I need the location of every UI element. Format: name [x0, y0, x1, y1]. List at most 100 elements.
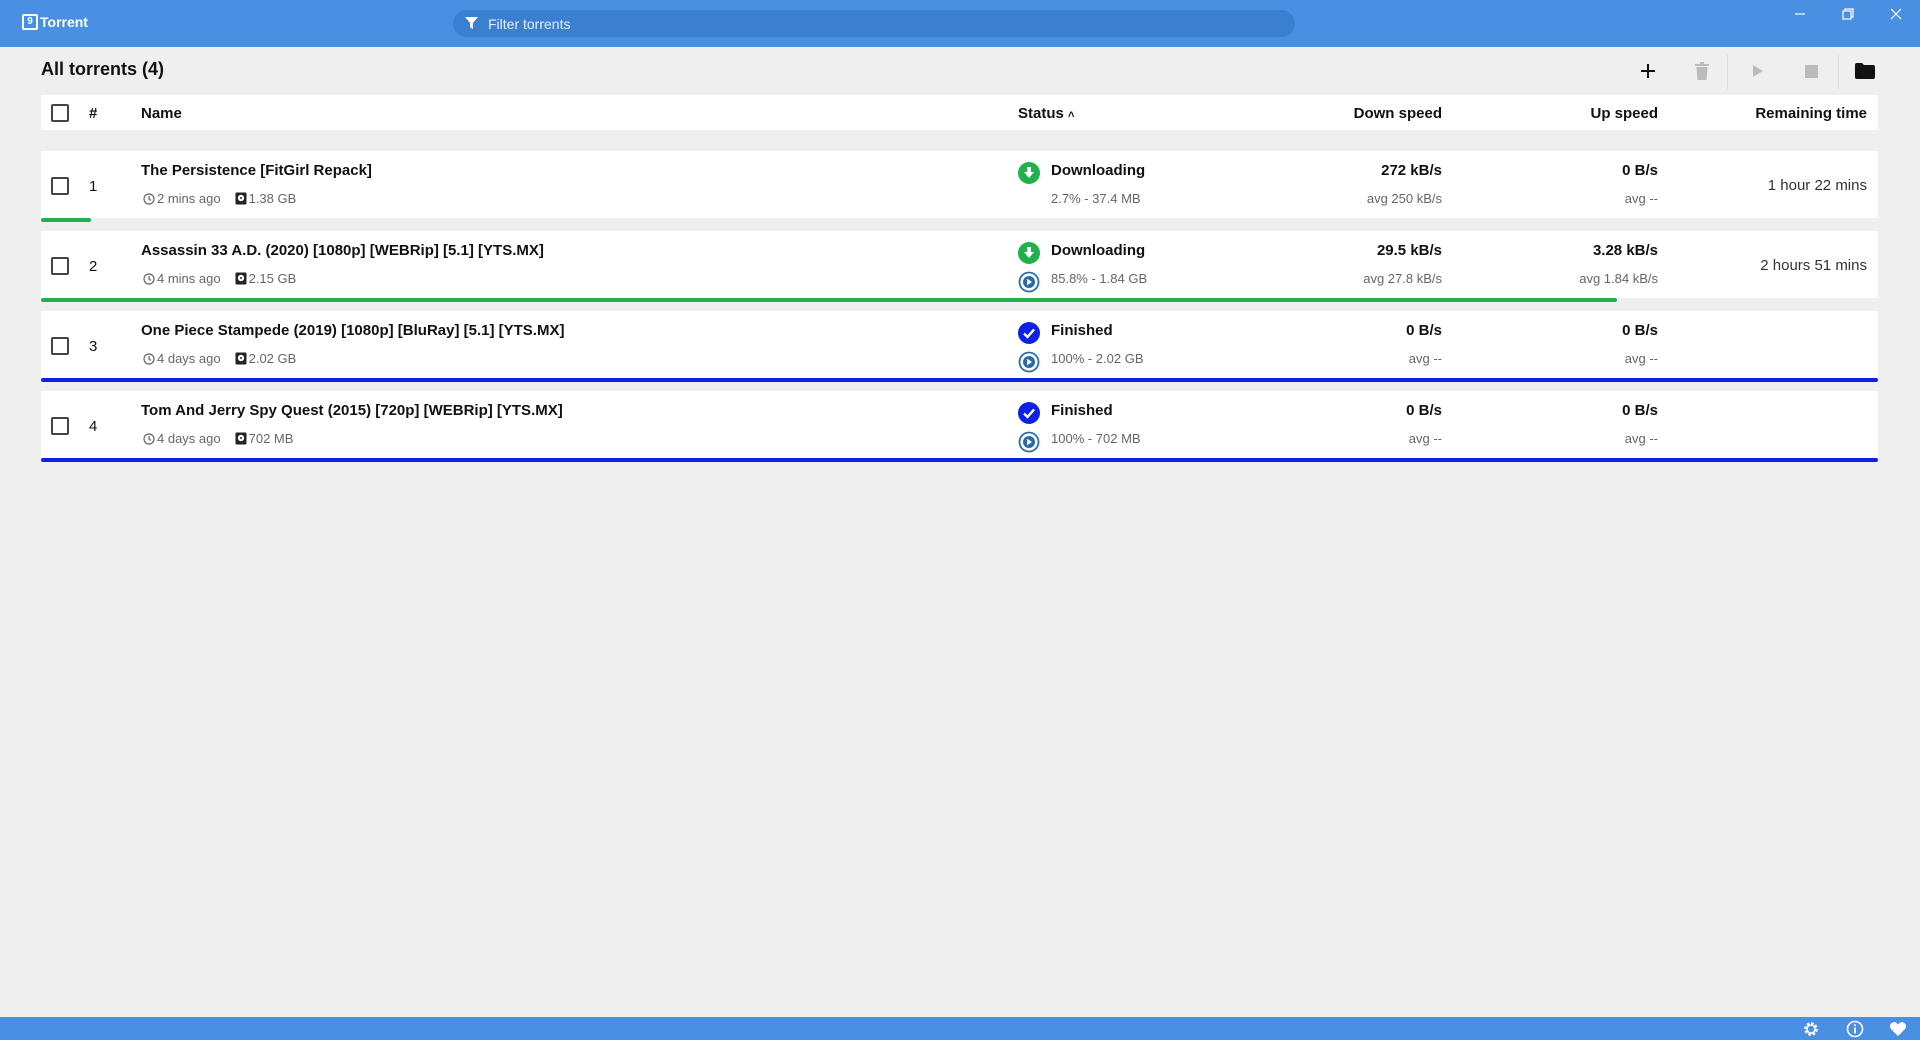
status-text: Finished: [1051, 402, 1113, 419]
torrent-size-group: 1.38 GB: [235, 191, 297, 206]
col-name[interactable]: Name: [141, 105, 182, 122]
clock-icon: [143, 192, 155, 205]
app-title: Torrent: [40, 14, 88, 30]
down-speed: 0 B/s: [1406, 322, 1442, 339]
col-up-speed[interactable]: Up speed: [1590, 105, 1658, 122]
status-detail: 100% - 702 MB: [1051, 431, 1141, 446]
drive-icon: [235, 352, 247, 365]
drive-icon: [235, 432, 247, 445]
down-speed: 0 B/s: [1406, 402, 1442, 419]
up-speed-avg: avg 1.84 kB/s: [1579, 271, 1658, 286]
stop-button[interactable]: [1798, 58, 1824, 84]
progress-bar: [41, 378, 1878, 382]
row-checkbox[interactable]: [51, 177, 69, 195]
restore-button[interactable]: [1836, 6, 1860, 26]
download-arrow-icon: [1018, 242, 1040, 264]
filter-icon: [465, 17, 478, 30]
status-text: Finished: [1051, 322, 1113, 339]
progress-bar: [41, 298, 1617, 302]
added-time: 4 mins ago: [157, 271, 221, 286]
play-circle-icon[interactable]: [1018, 271, 1040, 293]
torrent-name: The Persistence [FitGirl Repack]: [141, 162, 372, 179]
open-folder-button[interactable]: [1852, 58, 1878, 84]
clock-icon: [143, 432, 155, 445]
torrent-size-group: 2.15 GB: [235, 271, 297, 286]
col-index[interactable]: #: [89, 105, 97, 122]
clock-icon: [143, 272, 155, 285]
col-down-speed[interactable]: Down speed: [1354, 105, 1442, 122]
row-index: 2: [89, 258, 98, 275]
app-logo: 9 Torrent: [22, 14, 88, 30]
add-torrent-button[interactable]: [1635, 58, 1661, 84]
progress-bar: [41, 218, 91, 222]
row-index: 1: [89, 178, 98, 195]
toolbar-divider: [1838, 55, 1839, 89]
torrent-size: 2.02 GB: [248, 351, 297, 366]
heart-icon[interactable]: [1889, 1020, 1907, 1038]
torrent-meta: 4 days ago 2.02 GB: [143, 351, 296, 366]
table-row[interactable]: 4 Tom And Jerry Spy Quest (2015) [720p] …: [41, 391, 1878, 462]
torrent-name: One Piece Stampede (2019) [1080p] [BluRa…: [141, 322, 565, 339]
close-button[interactable]: [1884, 6, 1908, 26]
filter-input[interactable]: Filter torrents: [453, 10, 1295, 37]
play-circle-icon[interactable]: [1018, 431, 1040, 453]
row-index: 3: [89, 338, 98, 355]
row-checkbox[interactable]: [51, 337, 69, 355]
remaining-time: 1 hour 22 mins: [1767, 177, 1867, 194]
table-row[interactable]: 1 The Persistence [FitGirl Repack] 2 min…: [41, 151, 1878, 222]
download-arrow-icon: [1018, 162, 1040, 184]
status-detail: 100% - 2.02 GB: [1051, 351, 1144, 366]
down-speed: 272 kB/s: [1381, 162, 1442, 179]
delete-button[interactable]: [1689, 58, 1715, 84]
row-index: 4: [89, 418, 98, 435]
drive-icon: [235, 192, 247, 205]
col-status-label: Status: [1018, 105, 1064, 122]
up-speed-avg: avg --: [1624, 431, 1658, 446]
progress-bar: [41, 458, 1878, 462]
table-row[interactable]: 2 Assassin 33 A.D. (2020) [1080p] [WEBRi…: [41, 231, 1878, 302]
page-title: All torrents (4): [41, 59, 165, 79]
play-circle-icon[interactable]: [1018, 351, 1040, 373]
play-icon: [1753, 65, 1763, 77]
info-icon[interactable]: [1846, 1020, 1864, 1038]
torrent-size: 2.15 GB: [248, 271, 297, 286]
check-circle-icon: [1018, 402, 1040, 424]
added-time: 4 days ago: [157, 431, 221, 446]
gear-icon[interactable]: [1802, 1020, 1820, 1038]
status-detail: 85.8% - 1.84 GB: [1051, 271, 1148, 286]
filter-placeholder: Filter torrents: [488, 15, 571, 32]
torrent-meta: 2 mins ago 1.38 GB: [143, 191, 296, 206]
torrent-size: 1.38 GB: [248, 191, 297, 206]
up-speed: 0 B/s: [1622, 322, 1658, 339]
torrent-name: Assassin 33 A.D. (2020) [1080p] [WEBRip]…: [141, 242, 544, 259]
resume-button[interactable]: [1744, 58, 1770, 84]
check-circle-icon: [1018, 322, 1040, 344]
col-remaining-time[interactable]: Remaining time: [1755, 105, 1867, 122]
up-speed: 0 B/s: [1622, 162, 1658, 179]
added-time: 2 mins ago: [157, 191, 221, 206]
down-speed-avg: avg --: [1408, 351, 1442, 366]
added-time: 4 days ago: [157, 351, 221, 366]
torrent-name: Tom And Jerry Spy Quest (2015) [720p] [W…: [141, 402, 563, 419]
table-row[interactable]: 3 One Piece Stampede (2019) [1080p] [Blu…: [41, 311, 1878, 382]
down-speed-avg: avg 27.8 kB/s: [1363, 271, 1442, 286]
torrent-size-group: 2.02 GB: [235, 351, 297, 366]
down-speed-avg: avg --: [1408, 431, 1442, 446]
col-status[interactable]: Status ˄: [1018, 105, 1074, 122]
plus-icon: [1641, 64, 1655, 78]
torrent-size-group: 702 MB: [235, 431, 293, 446]
status-bar: [0, 1017, 1920, 1040]
up-speed-avg: avg --: [1624, 351, 1658, 366]
folder-icon: [1855, 63, 1875, 79]
clock-icon: [143, 352, 155, 365]
row-checkbox[interactable]: [51, 257, 69, 275]
select-all-checkbox[interactable]: [51, 104, 69, 122]
down-speed-avg: avg 250 kB/s: [1366, 191, 1442, 206]
row-checkbox[interactable]: [51, 417, 69, 435]
title-bar: 9 Torrent Filter torrents: [0, 0, 1920, 47]
up-speed: 0 B/s: [1622, 402, 1658, 419]
toolbar-divider: [1727, 55, 1728, 89]
remaining-time: 2 hours 51 mins: [1760, 257, 1867, 274]
minimize-button[interactable]: [1788, 6, 1812, 26]
close-icon: [1890, 8, 1902, 20]
